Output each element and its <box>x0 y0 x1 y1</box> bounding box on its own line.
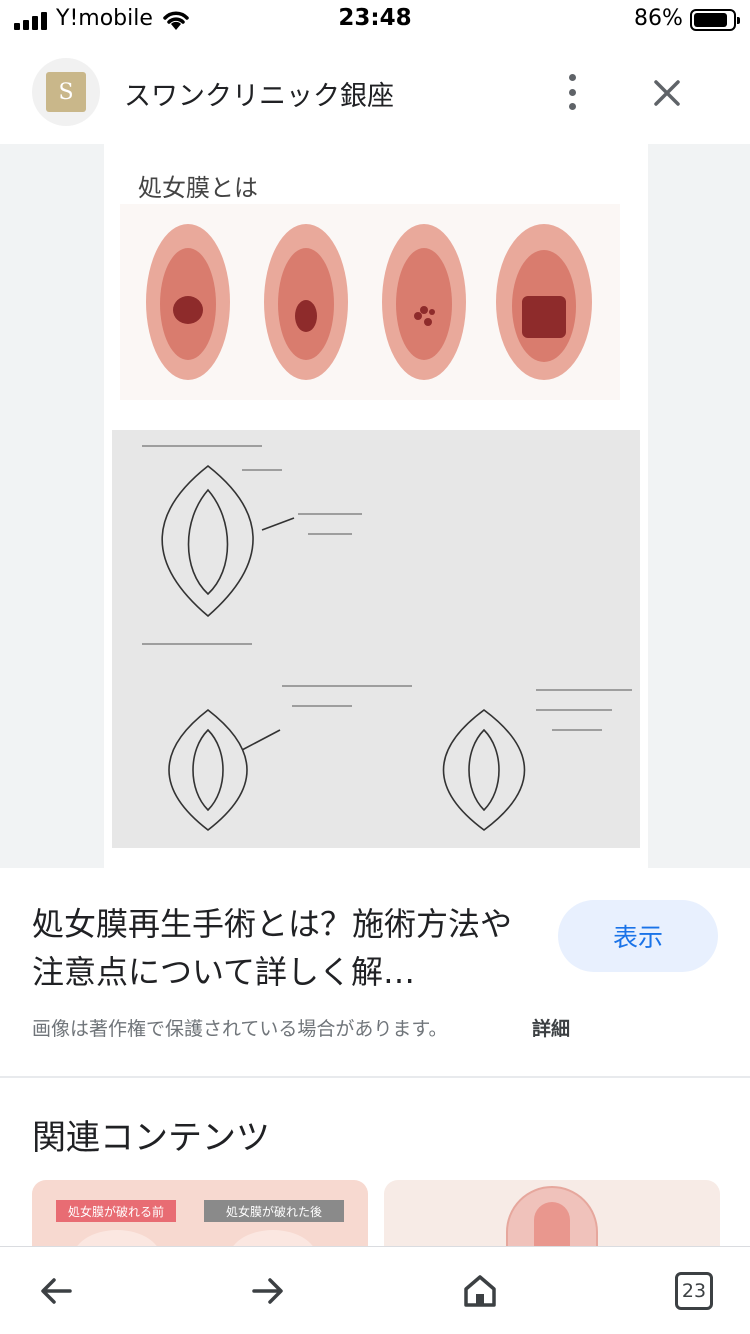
tag-before: 処女膜が破れる前 <box>56 1200 176 1222</box>
favicon-logo: S <box>46 72 86 112</box>
anatomy-illustrations <box>120 204 620 400</box>
home-icon[interactable] <box>456 1267 504 1315</box>
tabs-icon[interactable]: 23 <box>670 1267 718 1315</box>
sketch-drawing <box>142 445 632 832</box>
illustration-drawing <box>146 224 592 380</box>
view-button[interactable]: 表示 <box>558 900 718 972</box>
battery-fill <box>694 13 727 27</box>
forward-arrow-icon[interactable] <box>244 1267 292 1315</box>
related-heading: 関連コンテンツ <box>32 1118 270 1158</box>
image-title-text: 処女膜とは <box>138 174 258 202</box>
details-link[interactable]: 詳細 <box>532 1014 570 1041</box>
tag-after: 処女膜が破れた後 <box>204 1200 344 1222</box>
site-title[interactable]: スワンクリニック銀座 <box>124 74 394 113</box>
status-bar: Y!mobile 23:48 86% <box>0 0 750 40</box>
page: Y!mobile 23:48 86% S スワンクリニック銀座 処女膜とは 処女… <box>0 0 750 1334</box>
more-vert-icon[interactable] <box>552 70 592 114</box>
battery-icon <box>690 9 740 31</box>
bottom-nav: 23 <box>0 1246 750 1334</box>
result-header: S スワンクリニック銀座 <box>0 40 750 144</box>
copyright-notice: 画像は著作権で保護されている場合があります。 <box>32 1018 448 1040</box>
battery-percent: 86% <box>634 6 683 31</box>
preview-image[interactable]: 処女膜とは <box>104 144 648 868</box>
hand-drawn-diagram <box>112 430 640 848</box>
close-icon[interactable] <box>644 70 690 116</box>
site-favicon[interactable]: S <box>32 58 100 126</box>
image-preview-area: 処女膜とは <box>0 144 750 868</box>
back-arrow-icon[interactable] <box>32 1267 80 1315</box>
result-title[interactable]: 処女膜再生手術とは？施術方法や注意点について詳しく解… <box>32 900 542 996</box>
divider <box>0 1076 750 1078</box>
tabs-count: 23 <box>675 1272 713 1310</box>
